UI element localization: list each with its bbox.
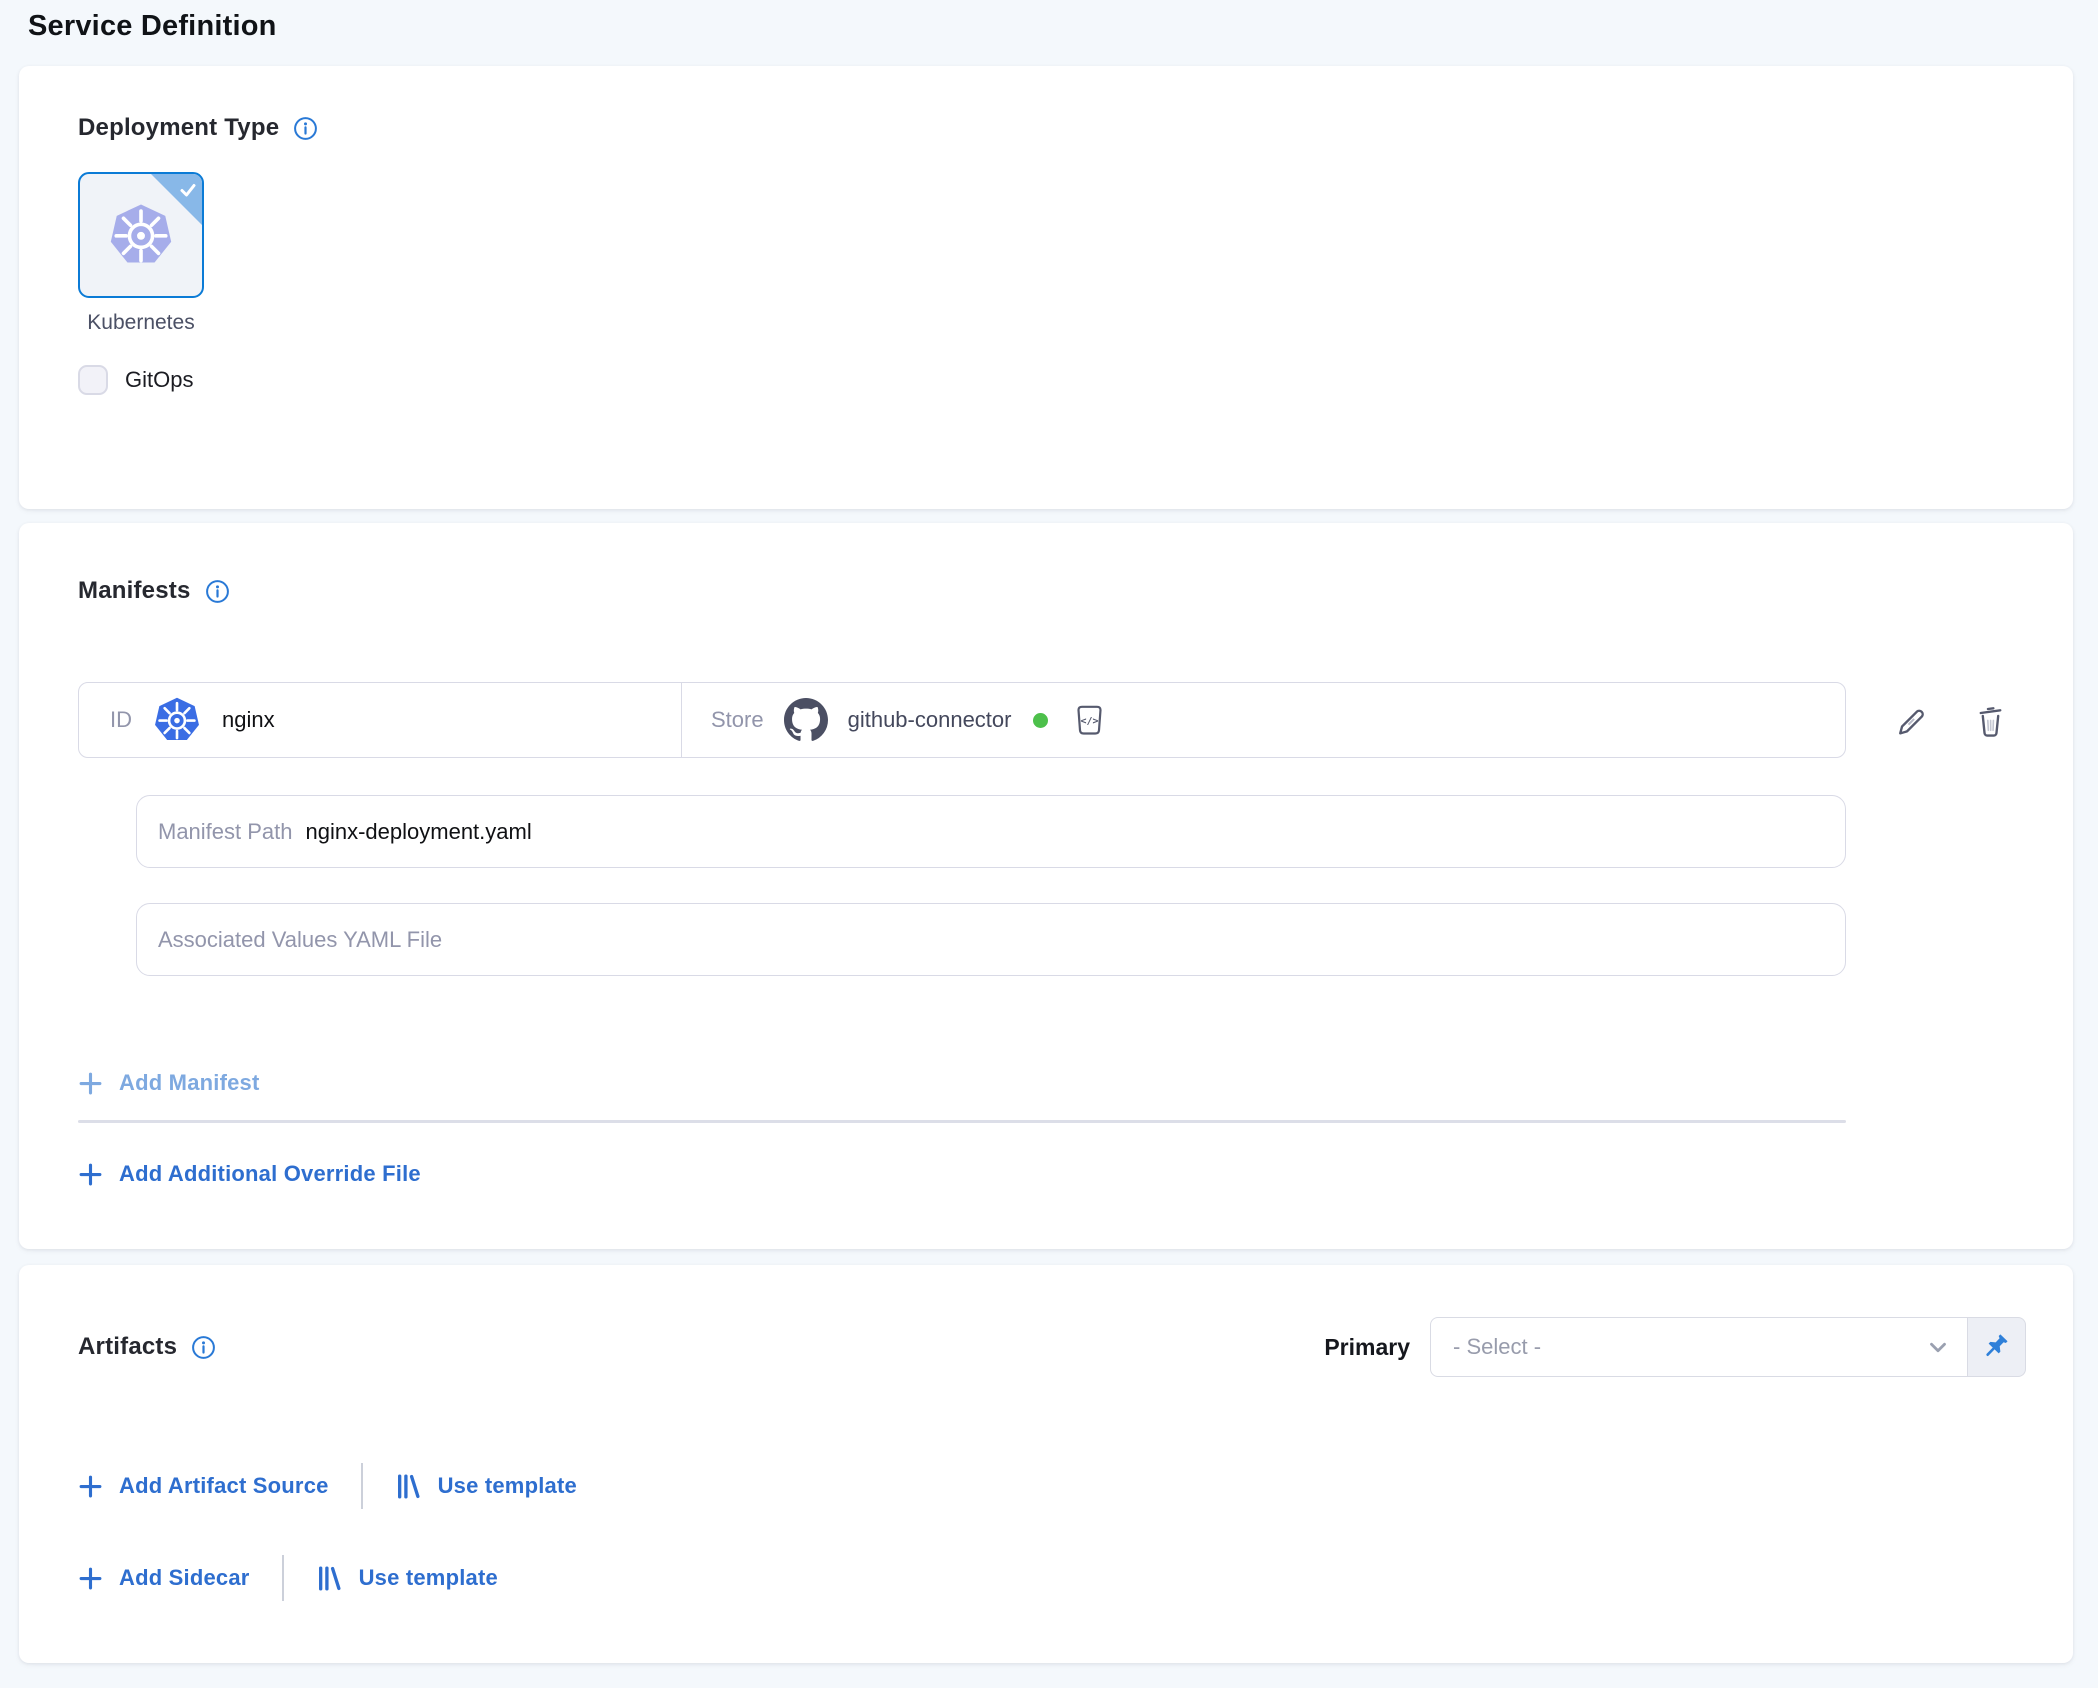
- pin-primary-button[interactable]: [1968, 1317, 2026, 1377]
- deployment-type-card: Deployment Type: [19, 66, 2073, 509]
- use-template-label: Use template: [359, 1565, 498, 1591]
- template-library-icon: [316, 1565, 343, 1592]
- deployment-type-heading: Deployment Type: [78, 114, 279, 142]
- svg-text:</>: </>: [1081, 716, 1099, 727]
- values-yaml-placeholder: Associated Values YAML File: [158, 927, 442, 953]
- gitops-checkbox[interactable]: [78, 365, 108, 395]
- kubernetes-icon: [153, 696, 201, 744]
- add-override-file-label: Add Additional Override File: [119, 1161, 421, 1187]
- values-yaml-field[interactable]: Associated Values YAML File: [136, 903, 1846, 976]
- manifest-row: ID nginx: [78, 682, 2014, 758]
- add-manifest-link[interactable]: Add Manifest: [78, 1070, 260, 1096]
- info-icon[interactable]: [293, 116, 318, 141]
- manifest-path-placeholder: Manifest Path: [158, 819, 293, 845]
- add-artifact-source-link[interactable]: Add Artifact Source: [78, 1473, 329, 1499]
- deployment-type-option-label: Kubernetes: [78, 311, 204, 335]
- manifests-heading: Manifests: [78, 577, 191, 605]
- info-icon[interactable]: [191, 1335, 216, 1360]
- plus-icon: [78, 1566, 103, 1591]
- manifest-path-value: nginx-deployment.yaml: [306, 819, 532, 845]
- add-sidecar-link[interactable]: Add Sidecar: [78, 1565, 250, 1591]
- links-divider: [361, 1463, 363, 1509]
- pin-icon: [1981, 1331, 2013, 1363]
- manifest-store-label: Store: [711, 707, 764, 733]
- manifest-store-segment[interactable]: Store github-connector </>: [682, 683, 1845, 757]
- manifests-card: Manifests ID: [19, 523, 2073, 1249]
- plus-icon: [78, 1474, 103, 1499]
- manifest-id-segment[interactable]: ID nginx: [79, 683, 682, 757]
- trash-icon: [1973, 702, 2008, 739]
- manifests-divider: [78, 1120, 1846, 1123]
- plus-icon: [78, 1071, 103, 1096]
- links-divider: [282, 1555, 284, 1601]
- plus-icon: [78, 1162, 103, 1187]
- gitops-label: GitOps: [125, 367, 193, 393]
- delete-manifest-button[interactable]: [1973, 702, 2008, 739]
- deployment-type-option-kubernetes[interactable]: [78, 172, 204, 298]
- primary-artifact-select-value: - Select -: [1453, 1334, 1541, 1360]
- check-icon: [177, 179, 199, 201]
- github-icon: [784, 698, 828, 742]
- edit-manifest-button[interactable]: [1892, 702, 1929, 739]
- connector-status-dot: [1033, 713, 1048, 728]
- artifacts-card: Artifacts Primary - Select -: [19, 1265, 2073, 1663]
- gitops-row: GitOps: [78, 365, 2014, 395]
- pencil-icon: [1892, 702, 1929, 739]
- use-template-artifact-link[interactable]: Use template: [395, 1473, 577, 1500]
- use-template-label: Use template: [438, 1473, 577, 1499]
- add-sidecar-label: Add Sidecar: [119, 1565, 250, 1591]
- manifest-id-value: nginx: [222, 707, 275, 733]
- manifest-id-label: ID: [110, 707, 132, 733]
- template-library-icon: [395, 1473, 422, 1500]
- manifest-code-bucket-icon: </>: [1074, 703, 1105, 737]
- add-override-file-link[interactable]: Add Additional Override File: [78, 1161, 421, 1187]
- kubernetes-icon: [108, 202, 174, 268]
- artifacts-heading: Artifacts: [78, 1333, 177, 1361]
- add-manifest-label: Add Manifest: [119, 1070, 260, 1096]
- page-title: Service Definition: [28, 10, 2098, 43]
- primary-artifact-label: Primary: [1324, 1334, 1410, 1361]
- primary-artifact-select[interactable]: - Select -: [1430, 1317, 1968, 1377]
- add-artifact-source-label: Add Artifact Source: [119, 1473, 329, 1499]
- manifest-store-value: github-connector: [848, 707, 1012, 733]
- manifest-path-field[interactable]: Manifest Path nginx-deployment.yaml: [136, 795, 1846, 868]
- chevron-down-icon: [1925, 1334, 1951, 1360]
- info-icon[interactable]: [205, 579, 230, 604]
- use-template-sidecar-link[interactable]: Use template: [316, 1565, 498, 1592]
